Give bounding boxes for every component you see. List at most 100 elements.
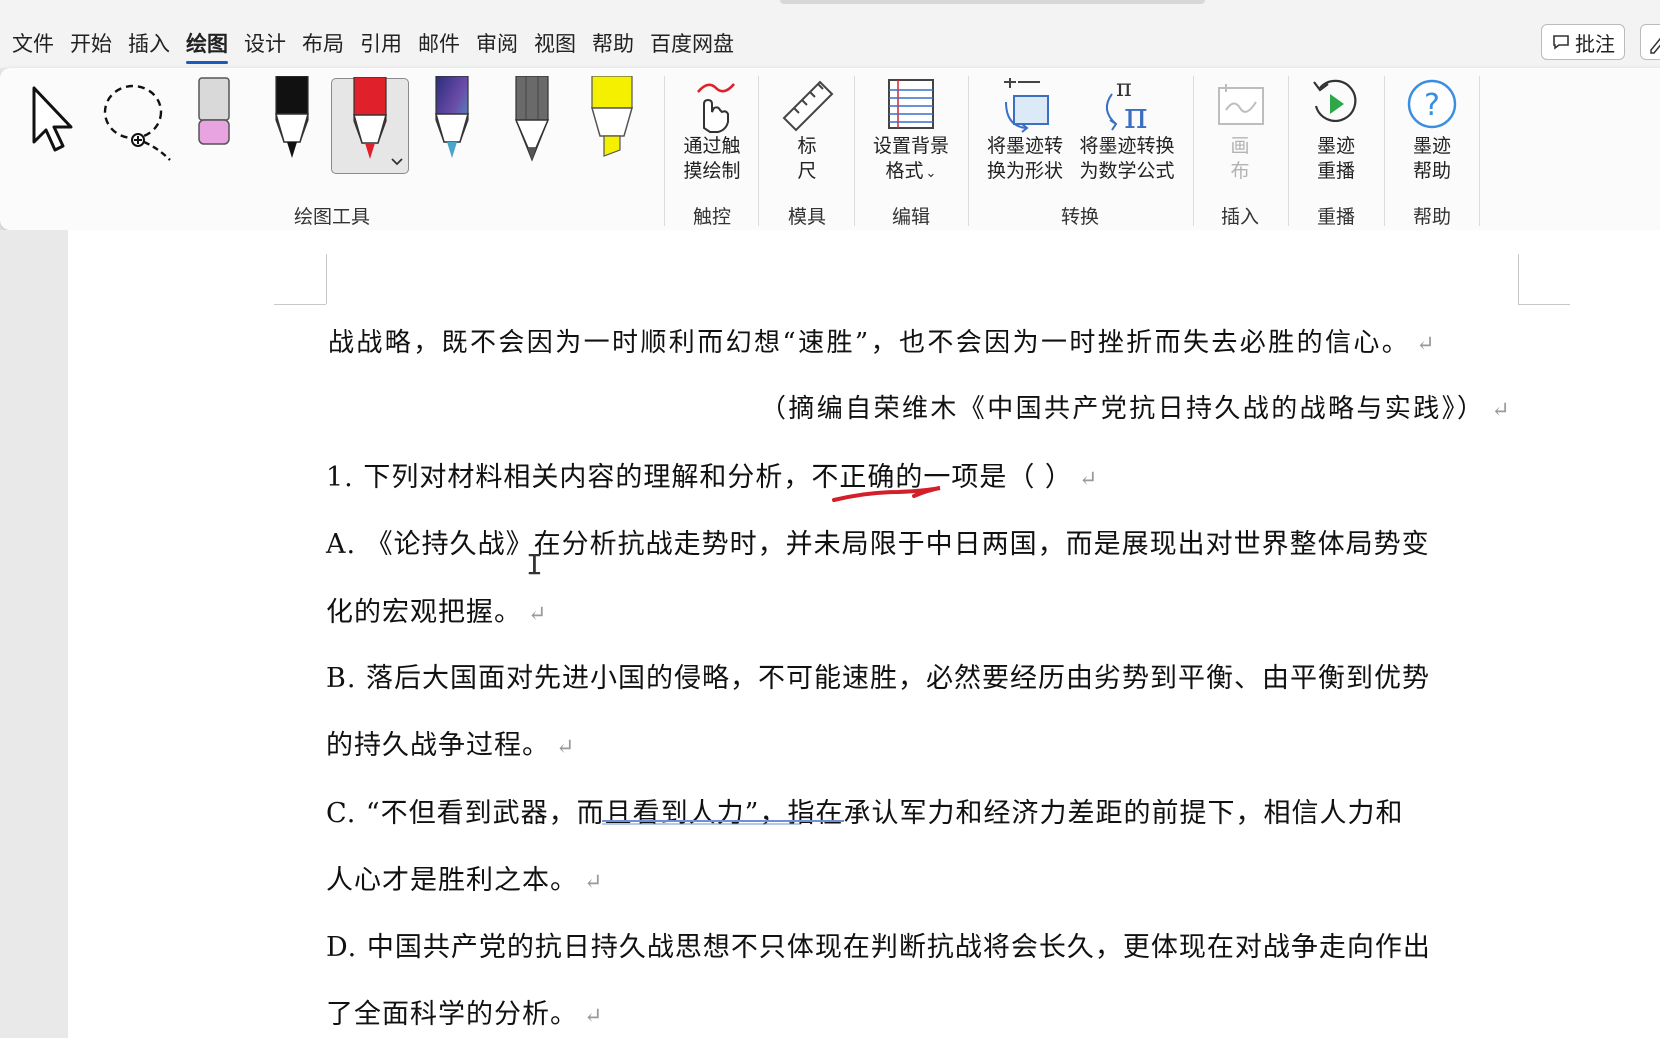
option-d-line-1[interactable]: D. 中国共产党的抗日持久战思想不只体现在判断抗战将会长久，更体现在对战争走向作… — [326, 925, 1431, 964]
svg-text:?: ? — [1424, 88, 1440, 123]
group-replay: 重播 — [1316, 206, 1356, 228]
ink-to-math-label-2: 为数学公式 — [1079, 160, 1175, 182]
doc-line-text: D. 中国共产党的抗日持久战思想不只体现在判断抗战将会长久，更体现在对战争走向作… — [326, 932, 1431, 963]
ink-replay-label-1: 墨迹 — [1316, 135, 1356, 157]
background-format-icon[interactable] — [886, 78, 936, 134]
chevron-down-icon: ⌄ — [925, 166, 937, 181]
ink-help-label-2: 帮助 — [1412, 160, 1452, 182]
paragraph-mark: ↵ — [1416, 332, 1438, 357]
option-a-line-2[interactable]: 化的宏观把握。 ↵ — [326, 590, 547, 629]
group-touch: 触控 — [692, 206, 732, 228]
draw-ribbon: 绘图工具 通过触 摸绘制 触控 标 尺 模具 设置背景 格式 ⌄ 编辑 将墨迹转… — [0, 68, 1660, 230]
doc-line-text: 人心才是胜利之本。 — [326, 865, 578, 896]
canvas-label-1: 画 — [1230, 135, 1250, 157]
ink-replay-button[interactable]: 墨迹 重播 — [1317, 134, 1355, 184]
ruler-icon[interactable] — [780, 78, 836, 134]
ribbon-separator — [1479, 76, 1480, 226]
tab-layout[interactable]: 布局 — [302, 28, 360, 60]
ink-replay-label-2: 重播 — [1316, 160, 1356, 182]
ink-to-shape-button[interactable]: 将墨迹转 换为形状 — [987, 134, 1063, 184]
background-format-label-2-row: 格式 ⌄ — [873, 159, 949, 186]
question-1[interactable]: 1. 下列对材料相关内容的理解和分析，不正确的一项是（ ） ↵ — [326, 455, 1098, 494]
highlighter-icon[interactable] — [590, 76, 634, 164]
option-b-line-1[interactable]: B. 落后大国面对先进小国的侵略，不可能速胜，必然要经历由劣势到平衡、由平衡到优… — [326, 656, 1430, 695]
doc-line-text: 了全面科学的分析。 — [326, 999, 578, 1030]
draw-with-touch-button[interactable]: 通过触 摸绘制 — [683, 134, 740, 184]
tab-home[interactable]: 开始 — [70, 28, 128, 60]
option-c-line-2[interactable]: 人心才是胜利之本。 ↵ — [326, 858, 603, 897]
group-help: 帮助 — [1412, 206, 1452, 228]
ribbon-separator — [1193, 76, 1194, 226]
eraser-icon[interactable] — [196, 76, 232, 156]
doc-line-text: 1. 下列对材料相关内容的理解和分析，不正确的一项是（ ） — [326, 462, 1073, 493]
black-pen-icon[interactable] — [272, 76, 312, 166]
paragraph-mark: ↵ — [556, 735, 576, 760]
ruler-label-1: 标 — [797, 135, 817, 157]
ribbon-separator — [1288, 76, 1289, 226]
doc-citation[interactable]: （摘编自荣维木《中国共产党抗日持久战的战略与实践》） ↵ — [760, 388, 1512, 425]
comments-label: 批注 — [1575, 31, 1615, 56]
tab-design[interactable]: 设计 — [244, 28, 302, 60]
tab-references[interactable]: 引用 — [360, 28, 418, 60]
lasso-select-icon[interactable] — [100, 82, 180, 162]
draw-with-touch-label-1: 通过触 — [683, 135, 741, 157]
ink-to-math-icon[interactable]: π π — [1098, 74, 1154, 134]
option-a-line-1[interactable]: A. 《论持久战》在分析抗战走势时，并未局限于中日两国，而是展现出对世界整体局势… — [326, 522, 1430, 561]
option-b-line-2[interactable]: 的持久战争过程。 ↵ — [326, 723, 575, 762]
ink-replay-icon[interactable] — [1310, 78, 1360, 130]
tab-help[interactable]: 帮助 — [592, 28, 650, 60]
red-ink-underline[interactable] — [828, 478, 948, 508]
red-pen-button[interactable] — [331, 77, 409, 174]
tab-review[interactable]: 审阅 — [476, 28, 534, 60]
ink-to-shape-icon[interactable] — [1000, 76, 1054, 134]
ink-help-button[interactable]: 墨迹 帮助 — [1413, 134, 1451, 184]
ribbon-separator — [1384, 76, 1385, 226]
galaxy-pen-icon[interactable] — [432, 76, 472, 166]
tab-view[interactable]: 视图 — [534, 28, 592, 60]
paragraph-mark: ↵ — [1491, 398, 1513, 423]
pencil-tool-icon[interactable] — [512, 76, 552, 166]
text-cursor-ibeam: I — [526, 548, 543, 581]
window-title-hint — [780, 0, 1205, 4]
ribbon-separator — [664, 76, 665, 226]
tab-file[interactable]: 文件 — [12, 28, 70, 60]
group-convert: 转换 — [1060, 206, 1100, 228]
canvas-label-2: 布 — [1230, 160, 1250, 182]
tab-insert[interactable]: 插入 — [128, 28, 186, 60]
paragraph-mark: ↵ — [584, 870, 604, 895]
background-format-label-2: 格式 — [885, 160, 924, 182]
group-drawing-tools: 绘图工具 — [293, 206, 371, 228]
ink-to-math-button[interactable]: 将墨迹转换 为数学公式 — [1079, 134, 1174, 184]
ribbon-separator — [854, 76, 855, 226]
ruler-button[interactable]: 标 尺 — [797, 134, 816, 184]
background-format-button[interactable]: 设置背景 格式 ⌄ — [873, 134, 949, 186]
comments-button[interactable]: 批注 — [1541, 24, 1625, 60]
ribbon-separator — [758, 76, 759, 226]
background-format-label-1: 设置背景 — [872, 135, 950, 157]
draw-with-touch-icon[interactable] — [690, 78, 738, 134]
select-arrow-icon[interactable] — [28, 84, 82, 156]
doc-line-text: C. “不但看到武器，而且看到人力”，指在承认军力和经济力差距的前提下，相信人力… — [326, 798, 1404, 829]
page-crop-mark — [274, 304, 326, 305]
ribbon-tabs: 文件 开始 插入 绘图 设计 布局 引用 邮件 审阅 视图 帮助 百度网盘 — [12, 28, 750, 64]
tab-mailings[interactable]: 邮件 — [418, 28, 476, 60]
ribbon-separator — [968, 76, 969, 226]
doc-line-1[interactable]: 战战略，既不会因为一时顺利而幻想“速胜”，也不会因为一时挫折而失去必胜的信心。 ↵ — [328, 322, 1437, 359]
ink-to-shape-label-2: 换为形状 — [986, 160, 1064, 182]
ink-to-math-label-1: 将墨迹转换 — [1079, 135, 1175, 157]
editing-mode-button[interactable] — [1640, 24, 1660, 60]
canvas-button[interactable]: 画 布 — [1230, 134, 1249, 184]
draw-with-touch-label-2: 摸绘制 — [683, 160, 741, 182]
tab-draw[interactable]: 绘图 — [186, 28, 244, 64]
paragraph-mark: ↵ — [528, 602, 548, 627]
option-c-line-1[interactable]: C. “不但看到武器，而且看到人力”，指在承认军力和经济力差距的前提下，相信人力… — [326, 791, 1403, 830]
option-d-line-2[interactable]: 了全面科学的分析。 ↵ — [326, 992, 603, 1031]
doc-line-text: 化的宏观把握。 — [326, 597, 522, 628]
group-stencils: 模具 — [787, 206, 827, 228]
canvas-icon[interactable] — [1216, 80, 1266, 130]
paragraph-mark: ↵ — [584, 1004, 604, 1029]
doc-line-text: 的持久战争过程。 — [326, 730, 550, 761]
tab-baidu-netdisk[interactable]: 百度网盘 — [650, 28, 750, 60]
help-question-icon[interactable]: ? — [1406, 78, 1458, 130]
comment-icon — [1553, 35, 1569, 50]
